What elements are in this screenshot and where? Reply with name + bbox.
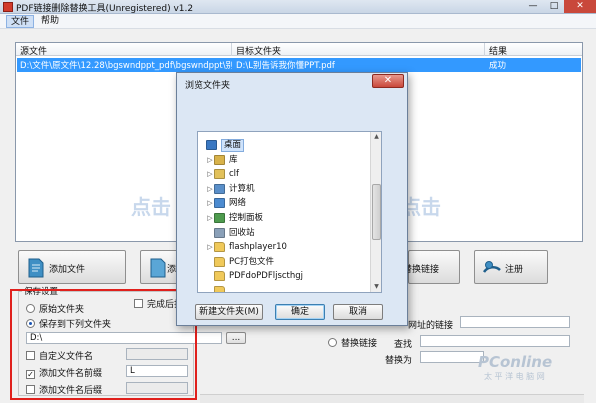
dialog-close-button[interactable]: ✕ [372, 74, 404, 88]
watermark-text: 点击 [131, 195, 171, 219]
replace-with-input[interactable] [420, 351, 484, 363]
folder-tree-item[interactable]: ▷ 库 [198, 153, 368, 167]
cell-result: 成功 [489, 61, 507, 71]
control-panel-icon [214, 213, 225, 223]
folder-tree-label: clf [229, 169, 240, 180]
replace-link-label: 替换链接 [341, 339, 378, 349]
folder-tree-label: 回收站 [229, 227, 255, 238]
find-label: 查找 [394, 340, 413, 350]
add-folder-button[interactable]: 添 [140, 250, 178, 284]
folder-tree-label: 库 [229, 154, 238, 165]
folder-tree-item[interactable]: ▷ 控制面板 [198, 211, 368, 225]
desktop-icon [206, 140, 217, 150]
url-link-input[interactable] [460, 316, 570, 328]
expand-arrow-icon[interactable]: ▷ [206, 211, 214, 225]
minimize-button[interactable]: — [522, 0, 544, 13]
folder-tree-item[interactable]: 回收站 [198, 226, 368, 240]
folder-tree-item[interactable]: 桌面 [198, 138, 368, 152]
table-row[interactable]: D:\文件\原文件\12.28\bgswndppt_pdf\bgswndppt\… [17, 58, 581, 72]
folder-icon [214, 271, 225, 282]
replace-with-label: 替换为 [385, 356, 413, 366]
expand-arrow-icon[interactable]: ▷ [206, 182, 214, 196]
library-icon [214, 154, 225, 165]
new-folder-button[interactable]: 新建文件夹(M) [195, 304, 263, 320]
highlight-annotation-box [10, 289, 197, 400]
folder-tree-label: PC打包文件 [229, 256, 275, 267]
cell-target: D:\L别告诉我你懂PPT.pdf [236, 61, 335, 71]
folder-tree-label: 网络 [229, 198, 247, 209]
app-icon [3, 2, 13, 12]
expand-arrow-icon[interactable]: ▷ [206, 167, 214, 181]
add-file-icon [28, 258, 44, 278]
add-folder-label: 添 [167, 265, 177, 275]
folder-tree-label: PDFdoPDFljscthgj [229, 271, 304, 282]
column-separator[interactable] [484, 43, 485, 56]
network-icon [214, 198, 225, 209]
folder-tree-label: flashplayer10 [229, 242, 287, 253]
horizontal-scrollbar[interactable] [200, 394, 584, 403]
replace-link-label: 替换链接 [403, 265, 440, 275]
folder-tree-item[interactable] [198, 284, 368, 292]
folder-tree-item[interactable]: PC打包文件 [198, 255, 368, 269]
expand-arrow-icon[interactable]: ▷ [206, 240, 214, 254]
folder-tree-item[interactable]: ▷ 计算机 [198, 182, 368, 196]
folder-tree-item[interactable]: ▷ flashplayer10 [198, 240, 368, 254]
dialog-title: 浏览文件夹 [185, 81, 231, 91]
ok-button[interactable]: 确定 [275, 304, 325, 320]
recycle-bin-icon [214, 227, 225, 238]
add-folder-icon [150, 258, 166, 278]
close-button[interactable]: ✕ [564, 0, 596, 13]
folder-tree-label: 计算机 [229, 183, 255, 194]
folder-tree-item[interactable]: ▷ clf [198, 167, 368, 181]
browse-button[interactable]: ... [226, 332, 246, 344]
radio-circle[interactable] [328, 338, 337, 347]
menu-bar: 文件 帮助 [0, 14, 596, 29]
url-link-label: 网址的链接 [408, 321, 454, 331]
column-header-result[interactable]: 结果 [489, 44, 507, 57]
expand-arrow-icon[interactable]: ▷ [206, 153, 214, 167]
cell-source: D:\文件\原文件\12.28\bgswndppt_pdf\bgswndppt\… [20, 61, 232, 71]
folder-tree-label: 控制面板 [229, 213, 264, 223]
register-label: 注册 [505, 265, 524, 275]
scroll-thumb[interactable] [372, 184, 381, 240]
column-header-target[interactable]: 目标文件夹 [236, 44, 281, 57]
browse-folder-dialog: 浏览文件夹 ✕ 桌面 ▷ 库 ▷ clf ▷ 计算机 ▷ 网络 ▷ 控制面板 回收站 ▷ flashpla… [176, 72, 408, 326]
computer-icon [214, 183, 225, 194]
column-separator[interactable] [231, 43, 232, 56]
menu-file[interactable]: 文件 [6, 15, 35, 28]
find-input[interactable] [420, 335, 570, 347]
replace-link-button[interactable]: 替换链接 [403, 250, 460, 284]
table-header: 源文件 目标文件夹 结果 [16, 43, 582, 57]
maximize-button[interactable]: □ [544, 0, 564, 13]
radio-replace-link[interactable]: 替换链接 [328, 336, 377, 349]
folder-tree-item[interactable]: PDFdoPDFljscthgj [198, 269, 368, 283]
register-icon [482, 261, 501, 273]
column-header-source[interactable]: 源文件 [20, 44, 47, 57]
window-title: PDF链接删除替换工具(Unregistered) v1.2 [16, 4, 194, 14]
scroll-down-arrow[interactable]: ▼ [371, 282, 381, 292]
expand-arrow-icon[interactable]: ▷ [206, 196, 214, 210]
menu-help[interactable]: 帮助 [37, 15, 63, 28]
brand-subtitle: 太 平 洋 电 脑 网 [484, 372, 545, 381]
register-button[interactable]: 注册 [474, 250, 548, 284]
folder-tree-label: 桌面 [221, 139, 245, 152]
scroll-up-arrow[interactable]: ▲ [371, 132, 381, 142]
folder-tree[interactable]: 桌面 ▷ 库 ▷ clf ▷ 计算机 ▷ 网络 ▷ 控制面板 回收站 ▷ flashplayer10 PC打… [197, 131, 382, 293]
folder-icon [214, 256, 225, 267]
folder-tree-item[interactable]: ▷ 网络 [198, 196, 368, 210]
brand-logo: PConline [478, 353, 553, 371]
title-bar: PDF链接删除替换工具(Unregistered) v1.2 — □ ✕ [0, 0, 596, 14]
folder-icon [214, 242, 225, 253]
user-folder-icon [214, 169, 225, 180]
tree-scrollbar[interactable]: ▲ ▼ [370, 132, 381, 292]
add-file-label: 添加文件 [49, 265, 86, 275]
cancel-button[interactable]: 取消 [333, 304, 383, 320]
add-file-button[interactable]: 添加文件 [18, 250, 126, 284]
folder-icon [214, 286, 225, 292]
